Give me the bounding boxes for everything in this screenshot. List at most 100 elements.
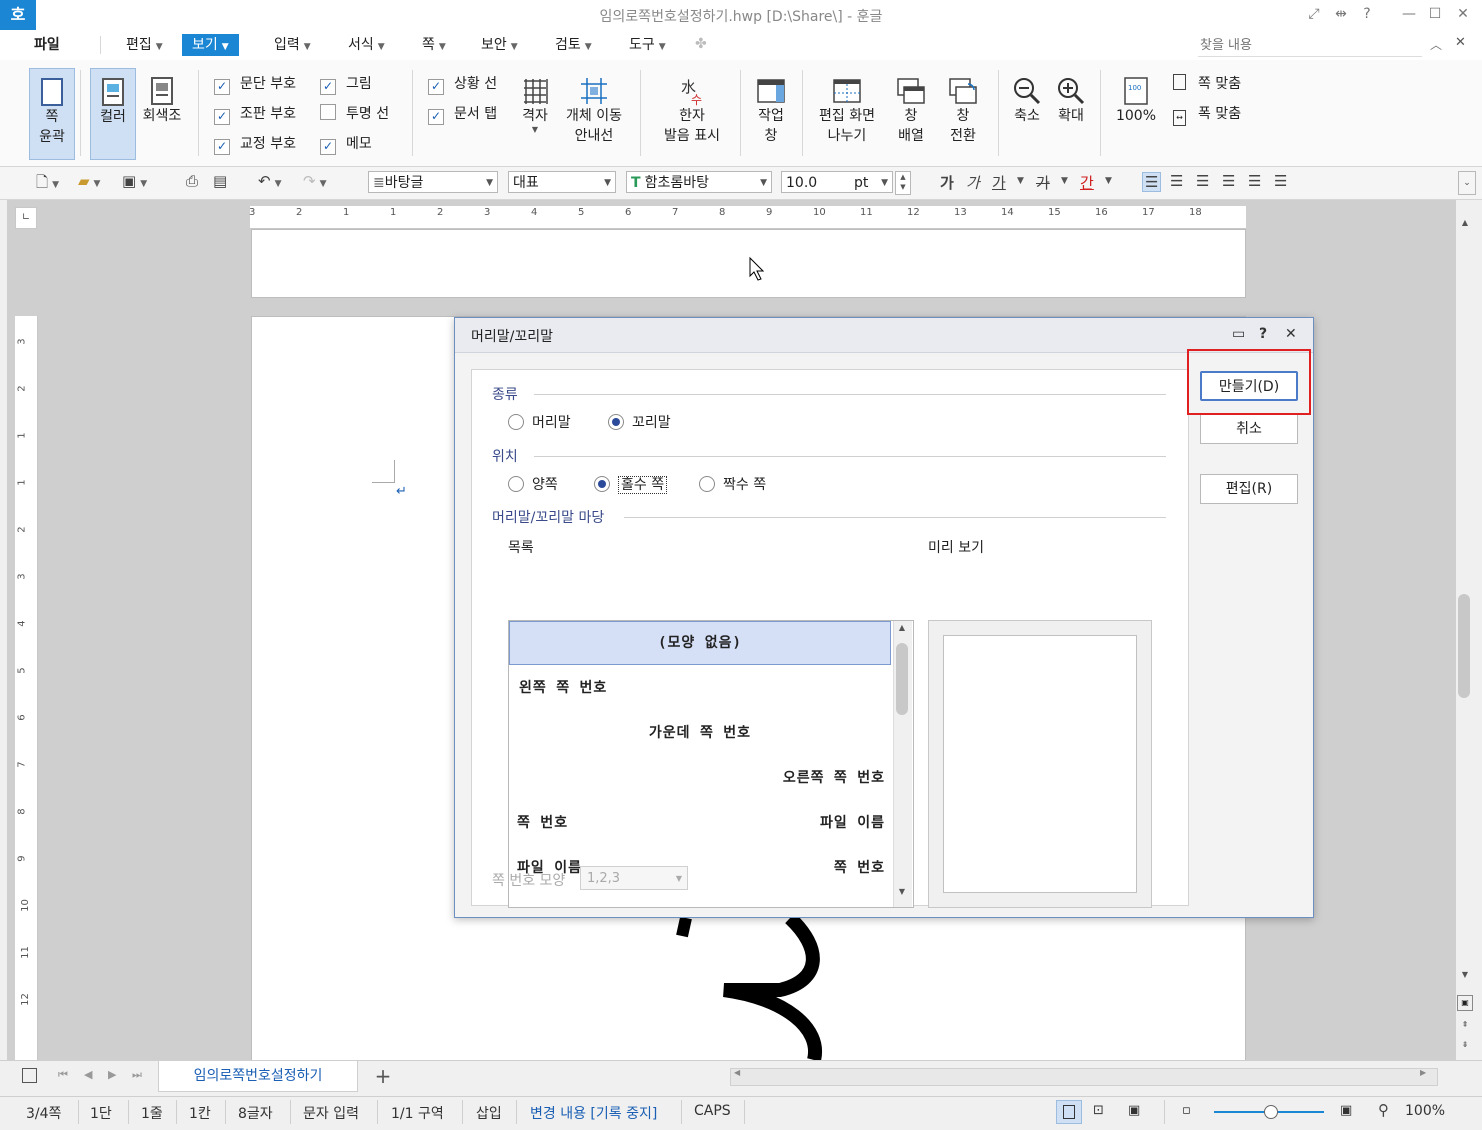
font-select[interactable]: T 함초롬바탕 ▼ [626,171,772,193]
menu-tools[interactable]: 도구 ▼ [629,34,666,56]
divide-icon[interactable]: ☰ [1274,172,1287,190]
help-icon[interactable]: ? [1356,6,1378,22]
toolbar-more-icon[interactable]: ⌄ [1458,171,1476,195]
maximize-button[interactable]: ☐ [1424,6,1446,22]
distribute-icon[interactable]: ☰ [1248,172,1261,190]
check-document-tab[interactable]: ✓ 문서 탭 [428,104,497,125]
check-proofread-mark[interactable]: ✓ 교정 부호 [214,134,296,155]
view-width-icon[interactable]: ⊡ [1093,1103,1104,1118]
menu-review[interactable]: 검토 ▼ [555,34,592,56]
open-folder-icon[interactable]: ▰ ▼ [78,172,100,190]
new-document-icon[interactable]: 🗋 ▼ [36,172,59,197]
check-transparent-line[interactable]: 투명 선 [320,104,389,124]
page-outline-button[interactable]: 쪽 윤곽 [29,68,75,160]
list-item[interactable]: 왼쪽 쪽 번호 [519,677,607,697]
window-arrange-button[interactable]: 창 배열 [890,68,932,158]
chevron-down-icon[interactable]: ▼ [1061,176,1068,186]
font-color-button[interactable]: 간 [1080,172,1094,193]
radio-header[interactable]: 머리말 [508,412,571,432]
zoom-small-icon[interactable]: ▫ [1182,1103,1191,1118]
menu-security[interactable]: 보안 ▼ [481,34,518,56]
check-paragraph-mark[interactable]: ✓ 문단 부호 [214,74,296,95]
next-page-icon[interactable]: ⇟ [1457,1040,1473,1054]
close-icon[interactable]: ✕ [1285,326,1297,342]
prev-tab-icon[interactable]: ◀ [84,1068,92,1081]
radio-footer[interactable]: 꼬리말 [608,412,671,432]
zoom-out-button[interactable]: 축소 [1008,68,1046,158]
radio-odd-pages[interactable]: 홀수 쪽 [594,474,668,494]
align-right-icon[interactable]: ☰ [1222,172,1235,190]
search-input[interactable] [1198,34,1422,57]
split-view-button[interactable]: 편집 화면 나누기 [814,68,880,158]
chevron-down-icon[interactable]: ▼ [1105,176,1112,186]
list-item[interactable]: (모양 없음) [509,632,891,652]
list-item[interactable]: 파일 이름 [820,812,885,832]
fit-page-button[interactable]: 쪽 맞춤 [1173,74,1241,94]
scroll-right-icon[interactable]: ▶ [1420,1068,1426,1077]
page-number-format-select[interactable]: 1,2,3 ▼ [580,866,688,890]
last-tab-icon[interactable]: ⏭ [132,1068,142,1082]
align-center-icon[interactable]: ☰ [1196,172,1209,190]
scrollbar-thumb[interactable] [1458,594,1470,698]
status-page[interactable]: 3/4쪽 [26,1103,61,1123]
horizontal-scrollbar[interactable] [730,1068,1438,1086]
object-guide-button[interactable]: 개체 이동 안내선 [562,68,626,158]
close-doc-icon[interactable]: ✕ [1455,35,1466,50]
puzzle-icon[interactable]: ✤ [695,36,707,52]
close-button[interactable]: ✕ [1452,6,1474,22]
tab-list-icon[interactable] [22,1068,37,1083]
tab-document[interactable]: 임의로쪽번호설정하기 [158,1061,358,1092]
zoom-in-button[interactable]: 확대 [1052,68,1090,158]
task-pane-button[interactable]: 작업 창 [750,68,792,158]
check-control-mark[interactable]: ✓ 조판 부호 [214,104,296,125]
edit-button[interactable]: 편집(R) [1200,474,1298,504]
menu-view[interactable]: 보기 ▼ [182,34,239,56]
collapse-ribbon-icon[interactable]: ︿ [1430,36,1442,53]
print-icon[interactable]: ⎙ [186,172,198,190]
menu-insert[interactable]: 입력 ▼ [274,34,311,56]
menu-file[interactable]: 파일 [34,34,60,56]
fit-width-button[interactable]: ↔ 폭 맞춤 [1173,104,1241,126]
list-item[interactable]: 오른쪽 쪽 번호 [783,767,885,787]
strikethrough-button[interactable]: 가 [1036,172,1050,193]
grid-button[interactable]: 격자 ▼ [512,68,558,158]
zoom-slider-thumb[interactable] [1264,1105,1278,1119]
check-memo[interactable]: ✓ 메모 [320,134,372,155]
vertical-ruler[interactable]: 3 2 1 1 2 3 4 5 6 7 8 9 10 11 12 [15,316,38,1060]
list-item[interactable]: 쪽 번호 [517,812,568,832]
menu-edit[interactable]: 편집 ▼ [126,34,163,56]
cancel-button[interactable]: 취소 [1200,414,1298,444]
status-track-changes[interactable]: 변경 내용 [기록 중지] [530,1103,657,1123]
tab-stop-icon[interactable]: ∟ [15,207,37,229]
font-size-input[interactable]: 10.0 pt ▼ [781,171,893,193]
zoom-large-icon[interactable]: ▣ [1340,1103,1352,1118]
align-left-icon[interactable]: ☰ [1170,172,1183,190]
scroll-left-icon[interactable]: ◀ [734,1068,740,1077]
scroll-down-icon[interactable]: ▼ [893,887,911,896]
view-normal-button[interactable] [1056,1100,1082,1124]
zoom-100-button[interactable]: 100 100% [1112,68,1160,158]
help-icon[interactable]: ? [1259,326,1267,342]
check-status-line[interactable]: ✓ 상황 선 [428,74,497,95]
redo-icon[interactable]: ↷ ▼ [303,172,327,190]
prev-page-icon[interactable]: ⇞ [1457,1020,1473,1034]
bold-button[interactable]: 가 [940,172,954,193]
grayscale-button[interactable]: 회색조 [140,68,184,158]
minimize-button[interactable]: — [1398,6,1420,22]
zoom-search-icon[interactable]: ⚲ [1378,1101,1389,1119]
layout-icon[interactable]: ⇹ [1330,6,1352,22]
style-select[interactable]: ≣바탕글 ▼ [368,171,498,193]
menu-format[interactable]: 서식 ▼ [348,34,385,56]
hanja-pronunciation-button[interactable]: 水수 한자 발음 표시 [654,68,730,158]
save-icon[interactable]: ▣ ▼ [122,172,147,190]
scroll-down-icon[interactable]: ▼ [1457,970,1473,984]
print-preview-icon[interactable]: ▤ [213,172,227,190]
add-tab-button[interactable]: + [364,1062,402,1090]
page-nav-icon[interactable]: ▣ [1457,995,1473,1011]
menu-page[interactable]: 쪽 ▼ [422,34,446,56]
list-item[interactable]: 쪽 번호 [834,857,885,877]
scrollbar-thumb[interactable] [896,643,908,715]
justify-icon[interactable]: ☰ [1142,172,1162,192]
underline-button[interactable]: 가 [992,172,1006,193]
undo-icon[interactable]: ↶ ▼ [258,172,282,190]
